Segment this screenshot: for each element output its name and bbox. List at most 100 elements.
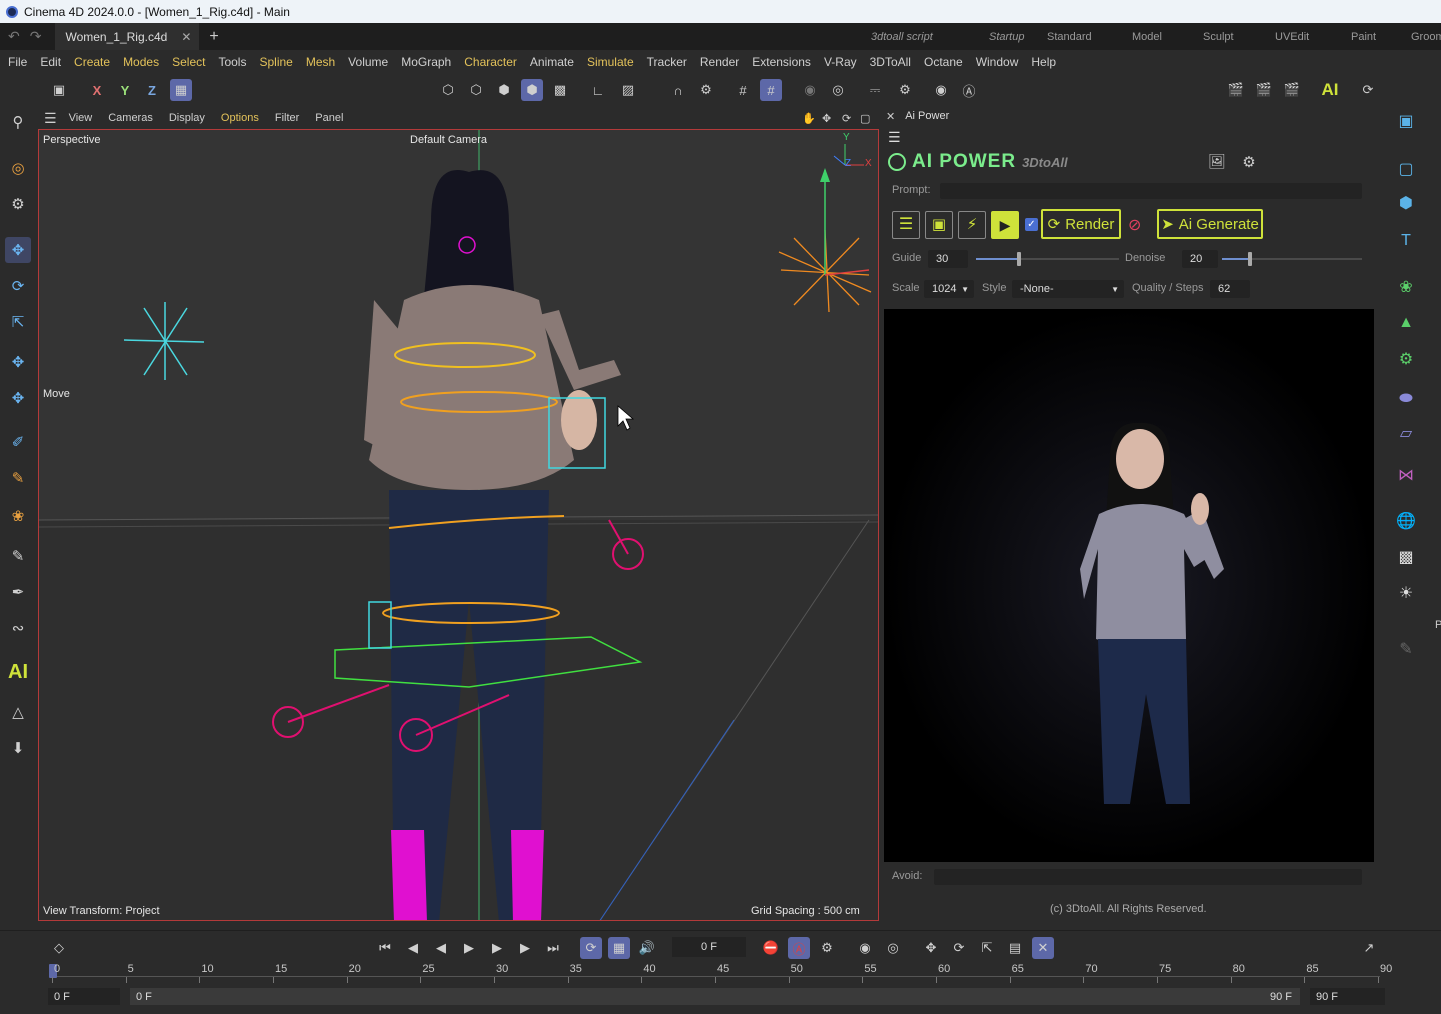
autokey-icon[interactable]: Ⓐ — [788, 937, 810, 959]
bend-icon[interactable]: ▱ — [1393, 420, 1419, 446]
menu-help[interactable]: Help — [1031, 55, 1056, 69]
denoise-value-field[interactable]: 20 — [1182, 250, 1218, 268]
current-frame-field[interactable]: 0 F — [672, 937, 746, 957]
menu-edit[interactable]: Edit — [40, 55, 61, 69]
symmetry-settings-icon[interactable]: ⚙ — [894, 79, 916, 101]
dolly-icon[interactable]: ✥ — [822, 112, 831, 125]
guide-value-field[interactable]: 30 — [928, 250, 968, 268]
magnet-icon[interactable]: ∩ — [667, 79, 689, 101]
refresh-icon[interactable]: ⟳ — [1357, 79, 1379, 101]
quality-steps-field[interactable]: 62 — [1210, 280, 1250, 298]
animation-mode-icon[interactable]: ⚡ — [958, 211, 986, 239]
pan-hand-icon[interactable]: ✋ — [802, 112, 816, 125]
field-icon[interactable]: ⋈ — [1393, 462, 1419, 488]
sculpt-icon[interactable]: △ — [5, 699, 31, 725]
3d-viewport[interactable]: Perspective Default Camera Move Y X Z Vi… — [38, 129, 879, 921]
menu-select[interactable]: Select — [172, 55, 205, 69]
style-dropdown[interactable]: -None- ▼ — [1012, 280, 1124, 298]
undo-icon[interactable]: ↶ — [8, 28, 20, 45]
axis-mode-icon[interactable]: ∟ — [587, 79, 609, 101]
key-position-icon[interactable]: ✥ — [920, 937, 942, 959]
transform-icon[interactable]: ✥ — [5, 349, 31, 375]
timeline-ruler[interactable] — [52, 976, 1380, 977]
orbit-icon[interactable]: ⟳ — [842, 112, 851, 125]
viewport-menu-filter[interactable]: Filter — [275, 112, 299, 124]
layout-standard[interactable]: Standard — [1047, 31, 1092, 43]
polygons-mode-icon[interactable]: ⬢ — [493, 79, 515, 101]
render-settings-icon[interactable]: ◎ — [827, 79, 849, 101]
edges-mode-icon[interactable]: ⬡ — [465, 79, 487, 101]
cloner-icon[interactable]: ❀ — [5, 503, 31, 529]
previous-key-icon[interactable]: ◀ — [402, 937, 424, 959]
move-pivot-icon[interactable]: ✥ — [5, 385, 31, 411]
gear-green-icon[interactable]: ⚙ — [1393, 346, 1419, 372]
redo-icon[interactable]: ↷ — [30, 28, 42, 45]
menu-modes[interactable]: Modes — [123, 55, 159, 69]
render-picture-viewer-icon[interactable]: 🎬 — [1253, 79, 1275, 101]
layout-3dtoall-script[interactable]: 3dtoall script — [871, 31, 933, 43]
image-mode-icon[interactable]: ▣ — [925, 211, 953, 239]
scale-tool-icon[interactable]: ⇱ — [5, 309, 31, 335]
viewport-camera-label[interactable]: Default Camera — [410, 134, 487, 146]
model-mode-icon[interactable]: ⬢ — [521, 79, 543, 101]
layout-uvedit[interactable]: UVEdit — [1275, 31, 1309, 43]
record-keys-icon[interactable]: ⛔ — [760, 937, 782, 959]
key-settings-icon[interactable]: ⚙ — [816, 937, 838, 959]
render-view-icon[interactable]: 🎬 — [1225, 79, 1247, 101]
next-frame-icon[interactable]: ▶ — [486, 937, 508, 959]
ai-generate-button[interactable]: ➤ Ai Generate — [1157, 209, 1263, 239]
snap-settings-icon[interactable]: ⚙ — [695, 79, 717, 101]
timeline-end-field[interactable]: 90 F — [1310, 988, 1385, 1005]
paint-icon[interactable]: ✎ — [5, 465, 31, 491]
settings-gear-icon[interactable]: ⚙ — [1238, 153, 1260, 173]
menu-vray[interactable]: V-Ray — [824, 55, 857, 69]
menu-character[interactable]: Character — [464, 55, 517, 69]
layout-groom[interactable]: Groom — [1411, 31, 1441, 43]
menu-mesh[interactable]: Mesh — [306, 55, 335, 69]
close-panel-icon[interactable]: ✕ — [886, 110, 895, 123]
menu-simulate[interactable]: Simulate — [587, 55, 634, 69]
timeline-start-field[interactable]: 0 F — [48, 988, 120, 1005]
go-to-start-icon[interactable]: ⏮ — [374, 937, 396, 959]
grid-snap-icon[interactable]: # — [732, 79, 754, 101]
key-selection-icon[interactable]: ◉ — [854, 937, 876, 959]
cube-outline-icon[interactable]: ▢ — [1393, 156, 1419, 182]
menu-render[interactable]: Render — [700, 55, 739, 69]
deformer-icon[interactable]: ⬬ — [1393, 386, 1419, 412]
points-mode-icon[interactable]: ⬡ — [437, 79, 459, 101]
viewport-menu-panel[interactable]: Panel — [315, 112, 343, 124]
sound-icon[interactable]: 🔊 — [636, 937, 658, 959]
menu-create[interactable]: Create — [74, 55, 110, 69]
text-prompt-mode-icon[interactable]: ☰ — [892, 211, 920, 239]
keyframe-diamond-icon[interactable]: ◇ — [48, 937, 70, 959]
rotate-tool-icon[interactable]: ⟳ — [5, 273, 31, 299]
viewport-menu-options[interactable]: Options — [221, 112, 259, 124]
guide-slider-knob[interactable] — [1016, 252, 1021, 266]
key-point-level-icon[interactable]: ✕ — [1032, 937, 1054, 959]
ai-tool-button[interactable]: AI — [5, 659, 31, 685]
coordinate-system-icon[interactable]: ▦ — [170, 79, 192, 101]
ai-power-button[interactable]: AI — [1319, 79, 1341, 101]
image-gallery-icon[interactable]: 🖼 — [1206, 153, 1228, 173]
axis-x-lock-button[interactable]: X — [86, 79, 108, 101]
light-icon[interactable]: ☀ — [1393, 580, 1419, 606]
layout-paint[interactable]: Paint — [1351, 31, 1376, 43]
menu-extensions[interactable]: Extensions — [752, 55, 811, 69]
select-live-icon[interactable]: ◎ — [5, 155, 31, 181]
solo-icon[interactable]: ▨ — [617, 79, 639, 101]
move-settings-icon[interactable]: ⚙ — [5, 191, 31, 217]
camera-icon[interactable]: ▩ — [1393, 544, 1419, 570]
object-manager-icon[interactable]: ▣ — [1393, 108, 1419, 134]
mograph-icon[interactable]: ❀ — [1393, 274, 1419, 300]
symmetry-icon[interactable]: ⎓ — [864, 79, 886, 101]
key-rotation-icon[interactable]: ⟳ — [948, 937, 970, 959]
viewport-menu-display[interactable]: Display — [169, 112, 205, 124]
auto-icon[interactable]: Ⓐ — [958, 79, 980, 101]
menu-window[interactable]: Window — [976, 55, 1019, 69]
hide-icon[interactable]: ◉ — [930, 79, 952, 101]
key-parameter-icon[interactable]: ▤ — [1004, 937, 1026, 959]
hide-eye-icon[interactable]: ⊘ — [1128, 215, 1141, 235]
denoise-slider[interactable] — [1222, 252, 1362, 266]
document-tab[interactable]: Women_1_Rig.c4d ✕ — [55, 23, 200, 50]
motion-record-icon[interactable]: ◎ — [882, 937, 904, 959]
